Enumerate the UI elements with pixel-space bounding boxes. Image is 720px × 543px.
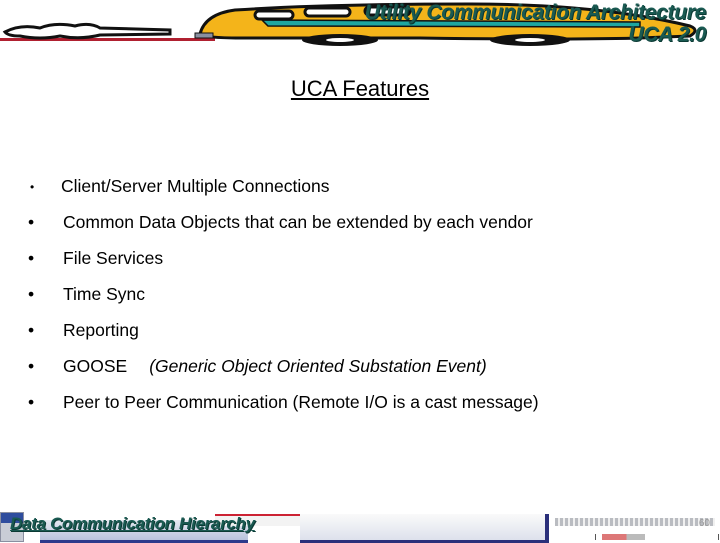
footer-title: Data Communication Hierarchy	[10, 514, 255, 533]
footer-bar-graphic	[595, 534, 719, 540]
footer-screen-thumbnail	[300, 514, 549, 543]
list-item-text: GOOSE (Generic Object Oriented Substation…	[63, 352, 487, 380]
footer: Data Communication Hierarchy 60	[0, 496, 720, 543]
goose-label: GOOSE	[63, 356, 128, 376]
list-item-text: Reporting	[63, 320, 139, 340]
list-item-text: Client/Server Multiple Connections	[61, 176, 330, 196]
page-number: 60	[698, 518, 710, 529]
list-item-text: Peer to Peer Communication (Remote I/O i…	[63, 392, 539, 412]
list-item-text: Time Sync	[63, 284, 146, 304]
footer-fine-text-graphic	[555, 518, 715, 526]
presentation-title: Utility Communication Architecture UCA 2…	[364, 1, 707, 46]
bullet-icon: •	[30, 180, 35, 194]
list-item-text: File Services	[63, 248, 164, 268]
bullet-icon: •	[28, 212, 35, 232]
presentation-title-line2: UCA 2.0	[628, 23, 706, 46]
bullet-icon: •	[28, 392, 35, 412]
bullet-icon: •	[28, 248, 35, 268]
list-item-text: Common Data Objects that can be extended…	[63, 212, 533, 232]
slide-title: UCA Features	[290, 76, 430, 101]
presentation-title-line1: Utility Communication Architecture	[364, 1, 707, 24]
header-banner: Utility Communication Architecture UCA 2…	[0, 0, 720, 50]
bullet-icon: •	[28, 320, 35, 340]
goose-definition: (Generic Object Oriented Substation Even…	[149, 356, 487, 376]
bullet-icon: •	[28, 356, 35, 376]
bullet-icon: •	[28, 284, 35, 304]
